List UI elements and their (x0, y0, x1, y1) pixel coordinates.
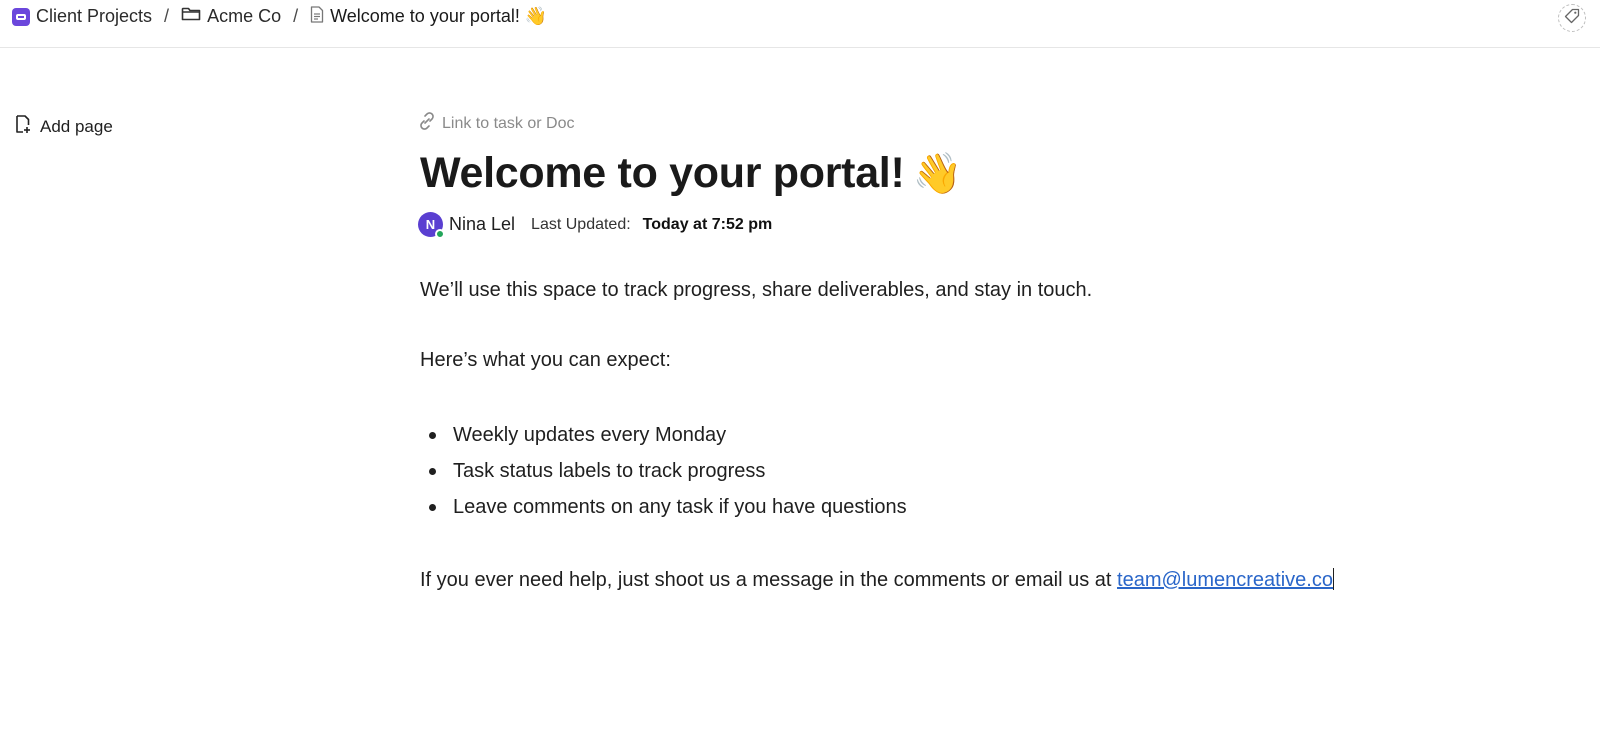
add-page-icon (14, 114, 32, 139)
list-item[interactable]: Weekly updates every Monday (420, 417, 1350, 453)
tag-button[interactable] (1558, 4, 1586, 32)
breadcrumb-folder-label: Acme Co (207, 6, 282, 26)
breadcrumb-folder[interactable]: Acme Co (181, 3, 281, 31)
link-task-label: Link to task or Doc (442, 114, 575, 132)
author-name[interactable]: Nina Lel (449, 214, 515, 235)
waving-hand-emoji: 👋 (912, 152, 962, 196)
link-icon (418, 112, 436, 135)
text-cursor (1332, 568, 1335, 590)
doc-icon (310, 5, 324, 28)
avatar[interactable]: N (418, 212, 445, 239)
space-icon (12, 7, 30, 26)
list-item[interactable]: Task status labels to track progress (420, 453, 1350, 489)
breadcrumb-separator: / (293, 6, 299, 26)
email-link[interactable]: team@lumencreative.co (1117, 569, 1333, 591)
last-updated-value: Today at 7:52 pm (642, 215, 773, 233)
bullet-list: Weekly updates every Monday Task status … (420, 417, 1350, 525)
add-page-button[interactable]: Add page (14, 114, 113, 139)
paragraph-intro[interactable]: We’ll use this space to track progress, … (420, 275, 1350, 305)
last-updated-label: Last Updated: (531, 215, 631, 233)
document: Link to task or Doc Welcome to your port… (418, 112, 1350, 595)
avatar-initial: N (425, 217, 436, 232)
list-item[interactable]: Leave comments on any task if you have q… (420, 489, 1350, 525)
paragraph-help-text: If you ever need help, just shoot us a m… (420, 569, 1118, 591)
breadcrumb-space-label: Client Projects (36, 6, 153, 26)
page-title-text: Welcome to your portal! (420, 149, 905, 197)
tag-icon (1564, 8, 1580, 29)
page-title[interactable]: Welcome to your portal! 👋 (420, 149, 1350, 198)
top-bar: Client Projects / Acme Co / Welcome to y… (0, 0, 1600, 48)
paragraph-expectations[interactable]: Here’s what you can expect: (420, 345, 1350, 375)
link-task-button[interactable]: Link to task or Doc (418, 112, 1350, 135)
online-status-dot (435, 229, 445, 239)
breadcrumb-separator: / (164, 6, 170, 26)
breadcrumb-page[interactable]: Welcome to your portal! 👋 (310, 3, 547, 31)
folder-icon (181, 6, 201, 27)
add-page-label: Add page (40, 116, 113, 136)
breadcrumb-space[interactable]: Client Projects (12, 3, 152, 31)
doc-meta: N Nina Lel Last Updated: Today at 7:52 p… (418, 212, 1350, 239)
breadcrumb-page-label: Welcome to your portal! 👋 (330, 6, 548, 26)
paragraph-help[interactable]: If you ever need help, just shoot us a m… (420, 565, 1335, 595)
